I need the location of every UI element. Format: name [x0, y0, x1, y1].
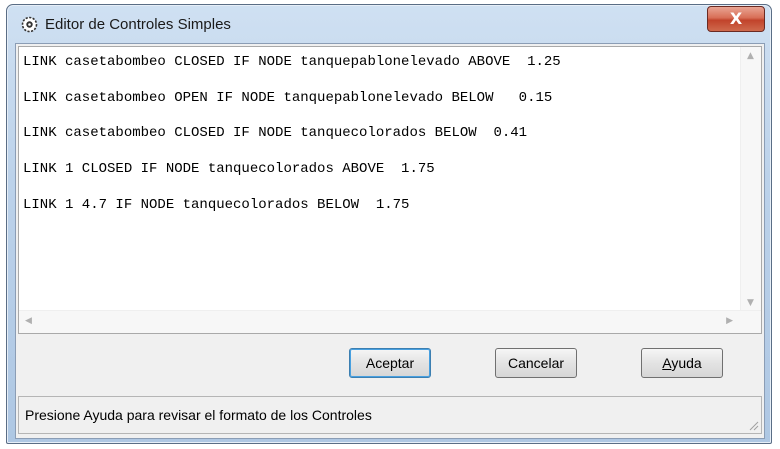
horizontal-scrollbar[interactable]: ◀ ▶: [19, 310, 761, 333]
dialog-client-area: LINK casetabombeo CLOSED IF NODE tanquep…: [15, 43, 765, 439]
editor-line[interactable]: LINK 1 CLOSED IF NODE tanquecolorados AB…: [23, 160, 737, 196]
editor-line[interactable]: LINK 1 4.7 IF NODE tanquecolorados BELOW…: [23, 196, 737, 232]
button-row: Aceptar Cancelar Ayuda: [16, 334, 764, 392]
resize-grip-icon[interactable]: [747, 419, 759, 431]
vertical-scrollbar[interactable]: ▲ ▼: [740, 47, 761, 312]
close-button[interactable]: X: [707, 6, 765, 32]
title-bar[interactable]: Editor de Controles Simples X: [7, 5, 771, 43]
controls-text-editor[interactable]: LINK casetabombeo CLOSED IF NODE tanquep…: [18, 46, 762, 334]
cancel-button[interactable]: Cancelar: [495, 348, 577, 378]
editor-line[interactable]: LINK casetabombeo OPEN IF NODE tanquepab…: [23, 89, 737, 125]
scroll-down-arrow-icon[interactable]: ▼: [747, 298, 754, 308]
help-button[interactable]: Ayuda: [641, 348, 723, 378]
app-gear-icon: [21, 16, 38, 33]
scroll-up-arrow-icon[interactable]: ▲: [747, 51, 754, 61]
editor-line[interactable]: LINK casetabombeo CLOSED IF NODE tanquep…: [23, 53, 737, 89]
editor-line[interactable]: LINK casetabombeo CLOSED IF NODE tanquec…: [23, 124, 737, 160]
help-mnemonic: A: [662, 355, 672, 371]
scroll-left-arrow-icon[interactable]: ◀: [25, 316, 32, 326]
dialog-window: Editor de Controles Simples X LINK caset…: [6, 4, 772, 444]
status-text: Presione Ayuda para revisar el formato d…: [25, 407, 372, 423]
status-bar: Presione Ayuda para revisar el formato d…: [18, 396, 762, 434]
help-label-rest: yuda: [671, 355, 702, 371]
editor-lines: LINK casetabombeo CLOSED IF NODE tanquep…: [23, 53, 737, 231]
scroll-right-arrow-icon[interactable]: ▶: [726, 316, 733, 326]
window-title: Editor de Controles Simples: [45, 16, 231, 33]
accept-button[interactable]: Aceptar: [349, 348, 431, 378]
